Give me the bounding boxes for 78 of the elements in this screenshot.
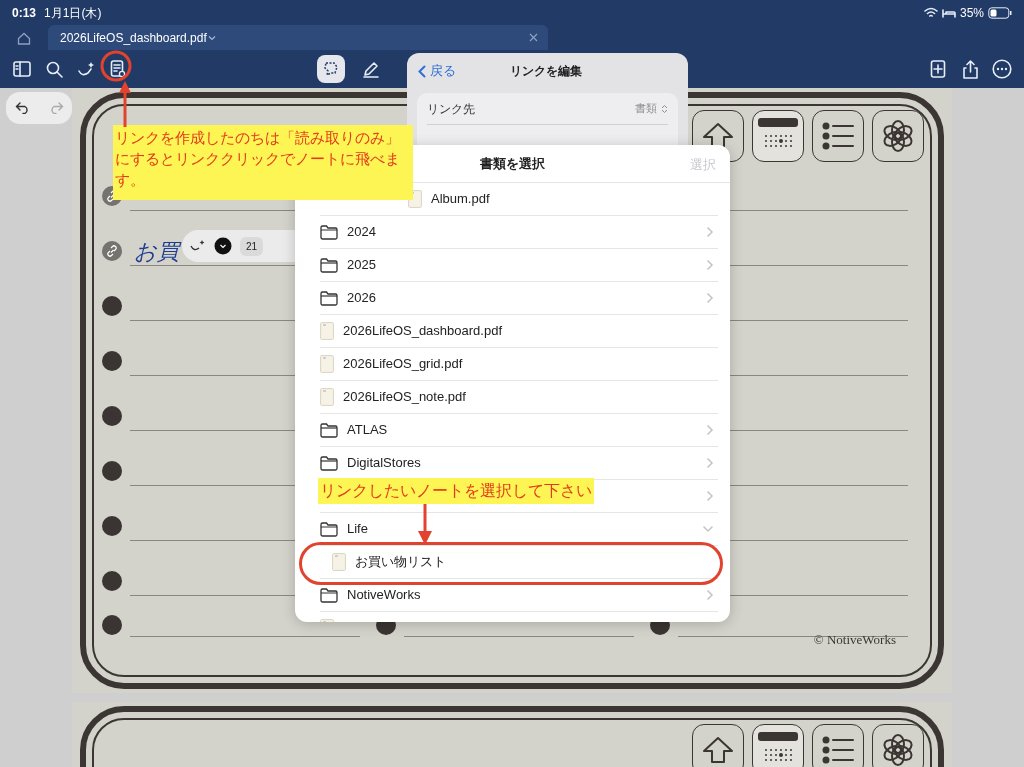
calendar-button[interactable]	[752, 724, 804, 767]
status-time: 0:13	[12, 4, 37, 22]
battery-percentage: 35%	[959, 4, 984, 22]
copyright-text: © NotiveWorks	[813, 631, 896, 649]
file-row[interactable]: お買い物リスト	[320, 546, 718, 579]
sidebar-icon[interactable]	[13, 61, 31, 77]
file-row[interactable]: 2026LifeOS_note.pdf	[320, 381, 718, 414]
chevron-down-icon	[206, 33, 217, 42]
chevron-left-icon	[418, 64, 426, 78]
wifi-icon	[923, 7, 938, 18]
note-tooltip: リンクしたいノートを選択して下さい	[318, 478, 594, 504]
item-name: 2024	[347, 223, 376, 242]
folder-row[interactable]: 2026	[320, 282, 718, 315]
calendar-button[interactable]	[752, 110, 804, 162]
battery-icon	[988, 6, 1012, 19]
color-swatch-icon[interactable]	[214, 237, 232, 255]
more-icon[interactable]	[992, 59, 1012, 79]
list-button[interactable]	[812, 724, 864, 767]
bed-icon	[941, 7, 956, 18]
file-row[interactable]: 2026LifeOS_dashboard.pdf	[320, 315, 718, 348]
home-button[interactable]	[692, 724, 744, 767]
home-icon[interactable]	[17, 32, 31, 45]
item-name: 2025	[347, 256, 376, 275]
close-icon[interactable]	[529, 33, 538, 42]
up-down-chevron-icon	[661, 103, 668, 114]
item-name: NotiveWorks	[347, 586, 421, 605]
item-name: Life	[347, 520, 368, 539]
list-icon	[821, 735, 855, 765]
document-tab[interactable]: 2026LifeOS_dashboard.pdf	[48, 25, 548, 50]
assistant-button[interactable]	[872, 724, 924, 767]
item-name: お買い物リスト	[355, 553, 446, 572]
tab-title: 2026LifeOS_dashboard.pdf	[60, 29, 207, 47]
document-icon	[320, 388, 334, 406]
item-name: ATLAS	[347, 421, 388, 440]
lasso-icon	[322, 60, 340, 78]
folder-row[interactable]: 2024	[320, 216, 718, 249]
undo-icon[interactable]	[14, 102, 31, 114]
document-icon	[320, 355, 334, 373]
list-button[interactable]	[812, 110, 864, 162]
pen-icon[interactable]	[362, 60, 380, 78]
back-button[interactable]: 戻る	[417, 60, 457, 82]
document-icon[interactable]	[110, 60, 126, 78]
popover-title: リンクを編集	[510, 63, 582, 80]
search-icon[interactable]	[45, 60, 63, 78]
folder-row[interactable]: NotiveWorks	[320, 579, 718, 612]
folder-icon	[320, 290, 338, 306]
folder-row[interactable]: ATLAS	[320, 414, 718, 447]
document-icon	[332, 553, 346, 571]
item-name: 2026LifeOS_grid.pdf	[343, 355, 463, 374]
lasso-tool-button[interactable]	[317, 55, 345, 83]
share-icon[interactable]	[961, 59, 979, 79]
annotation-arrow	[118, 80, 132, 128]
folder-icon	[320, 224, 338, 240]
item-name: 2026LifeOS_note.pdf	[343, 388, 466, 407]
sparkle-pen-icon[interactable]	[190, 239, 206, 253]
assistant-button[interactable]	[872, 110, 924, 162]
item-name: 2026LifeOS_dashboard.pdf	[343, 322, 502, 341]
note-tooltip: リンクを作成したのちは「読み取りのみ」にするとリンククリックでノートに飛べます。	[113, 125, 413, 200]
folder-icon	[320, 422, 338, 438]
add-page-icon[interactable]	[930, 60, 946, 78]
file-row[interactable]: 2026LifeOS_grid.pdf	[320, 348, 718, 381]
document-icon	[320, 322, 334, 340]
list-icon	[821, 121, 855, 151]
house-arrow-icon	[701, 735, 735, 765]
folder-icon	[320, 521, 338, 537]
folder-icon	[320, 455, 338, 471]
item-name: Album.pdf	[431, 190, 490, 209]
sheet-title: 書類を選択	[480, 154, 545, 173]
setting-label: リンク先	[427, 100, 475, 118]
folder-row[interactable]: 2025	[320, 249, 718, 282]
item-name: DigitalStores	[347, 454, 421, 473]
item-name: 2026	[347, 289, 376, 308]
pen-size-value[interactable]: 21	[240, 236, 264, 256]
folder-icon	[320, 257, 338, 273]
status-date: 1月1日(木)	[44, 4, 102, 22]
folder-icon	[320, 587, 338, 603]
highlight-ring	[100, 50, 132, 82]
sparkle-pen-icon[interactable]	[77, 60, 95, 78]
